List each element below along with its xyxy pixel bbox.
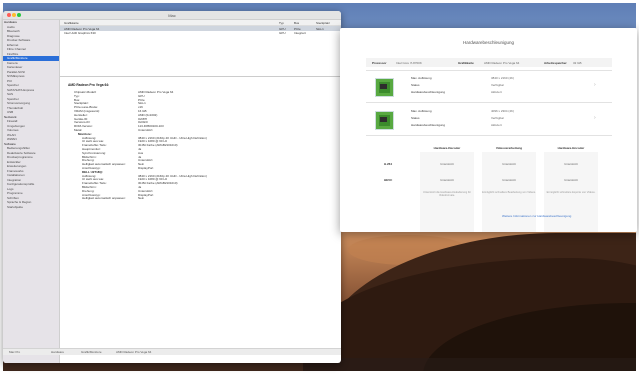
column-header-bus[interactable]: Bus (294, 21, 299, 25)
matrix-row-label: HEVC (384, 178, 393, 182)
path-item[interactable]: Mac Pro (9, 350, 20, 354)
device-key: Hardwarebeschleunigung (411, 90, 446, 94)
device-key: Hardwarebeschleunigung (411, 123, 446, 127)
matrix-column-header: Videoverarbeitung (495, 146, 523, 150)
matrix-note: Ermöglicht schnellere Exporte von Videos… (546, 191, 596, 194)
main-pane: Grafikkarte Typ Bus Steckplatz AMD Radeo… (60, 20, 341, 363)
matrix-cell: Unterstützt (502, 162, 516, 166)
matrix-cell: Unterstützt (564, 178, 578, 182)
more-info-link[interactable]: Weitere Informationen zur Hardwarebeschl… (502, 214, 571, 218)
detail-key: Helligkeit automatisch anpassen: (82, 196, 126, 201)
device-value: Aktiviert (491, 90, 502, 94)
table-row[interactable]: Intel UHD Graphics 630 GPU Integriert (60, 31, 341, 36)
summary-label: Grafikkarte (458, 60, 474, 65)
panel-title: Hardwarebeschleunigung (462, 40, 515, 45)
summary-label: Arbeitsspeicher (544, 60, 567, 65)
detail-list: Chipsatz-Modell: AMD Radeon Pro Vega 64 Ty… (68, 90, 338, 200)
detail-row: Helligkeit automatisch anpassen: Nein (68, 196, 338, 200)
device-key: Status (411, 83, 420, 87)
chevron-right-icon[interactable]: › (594, 82, 596, 88)
chevron-right-icon[interactable]: › (594, 115, 596, 121)
matrix-column-header: Hardware-Decoder (433, 146, 461, 150)
pane-divider[interactable] (60, 76, 341, 77)
summary-value: 32 GB (573, 60, 582, 65)
summary-value: Intel Core i7-8700K (396, 60, 422, 65)
cell-bus: Integriert (294, 31, 306, 36)
sidebar[interactable]: Hardware Audio Bluetooth Diagnose Drucker-So… (3, 20, 60, 363)
title-bar[interactable]: Mac (3, 11, 341, 20)
column-header-type[interactable]: Typ (279, 21, 284, 25)
path-item[interactable]: Hardware (51, 350, 64, 354)
detail-view: AMD Radeon Pro Vega 64: Chipsatz-Modell:… (68, 83, 338, 200)
matrix-cell: Unterstützt (440, 162, 454, 166)
matrix-cell: Unterstützt (502, 178, 516, 182)
path-item[interactable]: Grafik/Monitore (81, 350, 102, 354)
device-value: Verfügbar (491, 83, 505, 87)
device-key: Status (411, 116, 420, 120)
device-value: 4096 x 2304 (4K) (491, 109, 515, 113)
matrix-row-label: H.264 (384, 162, 393, 166)
device-value: 3840 x 2160 (4K) (491, 76, 515, 80)
device-key: Max. Auflösung (411, 109, 432, 113)
graphics-card-icon (375, 78, 394, 97)
graphics-card-icon (375, 111, 394, 130)
device-key: Max. Auflösung (411, 76, 432, 80)
column-header-graphics-card[interactable]: Grafikkarte (64, 21, 79, 25)
divider (366, 135, 612, 136)
cell-type: GPU (279, 31, 286, 36)
summary-label: Prozessor (372, 60, 387, 65)
detail-title: AMD Radeon Pro Vega 64: (68, 83, 110, 87)
cell-graphics-card: Intel UHD Graphics 630 (64, 31, 96, 36)
path-item[interactable]: AMD Radeon Pro Vega 64 (116, 350, 151, 354)
detail-value: Nein (138, 196, 145, 201)
matrix-column-header: Hardware-Encoder (557, 146, 585, 150)
divider (366, 102, 612, 103)
summary-value: AMD Radeon Pro Vega 64 (484, 60, 520, 65)
path-bar: Mac Pro Hardware Grafik/Monitore AMD Rad… (3, 348, 341, 355)
system-summary: Prozessor Intel Core i7-8700K Grafikkart… (366, 58, 612, 67)
matrix-note: Unterstützt die Hardware-Dekodierung für… (422, 191, 471, 198)
device-value: Aktiviert (491, 123, 502, 127)
divider (366, 70, 612, 71)
matrix-note: Ermöglicht schnellere Bearbeitung von Vi… (482, 191, 536, 194)
hardware-acceleration-panel: Hardwarebeschleunigung Prozessor Intel C… (340, 28, 637, 232)
sidebar-item[interactable]: Startobjekte (3, 205, 59, 210)
system-information-window[interactable]: Mac Hardware Audio Bluetooth Diagnose Drucke… (3, 11, 341, 363)
matrix-cell: Unterstützt (564, 162, 578, 166)
column-header-slot[interactable]: Steckplatz (316, 21, 330, 25)
window-title: Mac (168, 13, 176, 18)
device-value: Verfügbar (491, 116, 505, 120)
matrix-cell: Unterstützt (440, 178, 454, 182)
